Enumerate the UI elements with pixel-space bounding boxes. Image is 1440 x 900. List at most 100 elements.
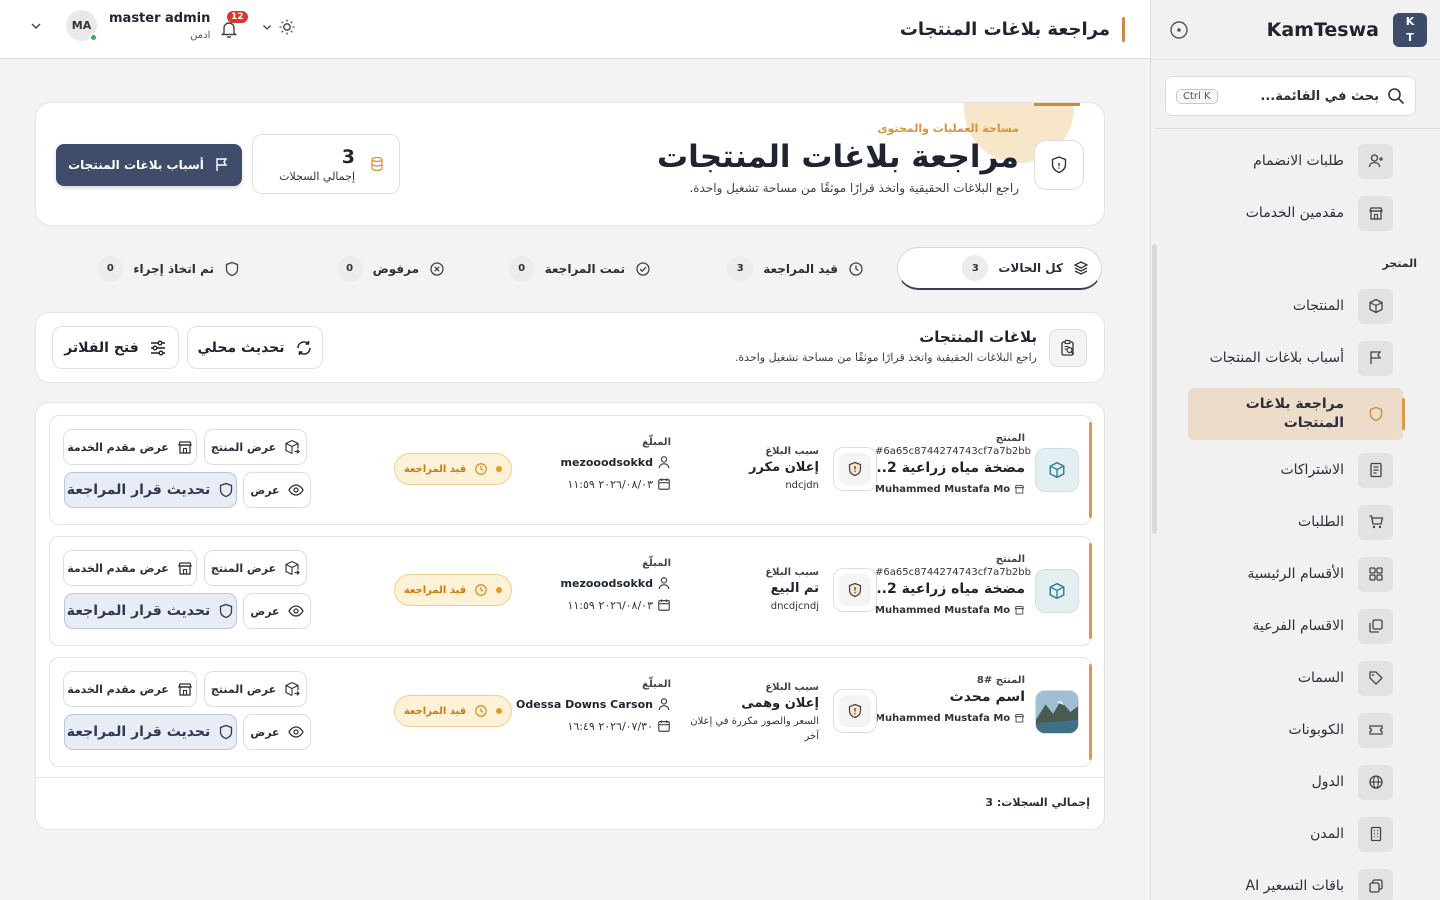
sidebar-item-label: باقات التسعير AI <box>1245 878 1345 894</box>
sidebar-item-label: المنتجات <box>1292 298 1344 314</box>
user-icon <box>658 456 670 469</box>
reason-info: سبب البلاغ إعلان مكرر ndcjdn <box>689 446 819 493</box>
vendor-name: Muhammed Mustafa Mo <box>875 604 1011 616</box>
sidebar-item-coupons[interactable]: الكوبونات <box>1152 704 1440 756</box>
sidebar-item-label: الكوبونات <box>1288 722 1344 738</box>
brand-logo[interactable]: K T <box>1393 12 1427 47</box>
sidebar-item-subscriptions[interactable]: الاشتراكات <box>1152 444 1440 496</box>
receipt-icon <box>1358 452 1393 488</box>
table-row: المنتج #8 اسم محدث Muhammed Mustafa Mo س… <box>49 657 1092 767</box>
update-review-decision-button[interactable]: تحديث قرار المراجعة <box>64 593 237 629</box>
sidebar-item-attributes[interactable]: السمات <box>1152 652 1440 704</box>
theme-toggle[interactable] <box>262 18 296 36</box>
box-icon <box>1358 288 1393 324</box>
reason-value: إعلان وهمى <box>741 696 819 711</box>
tab-reviewed[interactable]: تمت المراجعة 0 <box>508 247 651 290</box>
clock-icon <box>475 584 487 596</box>
product-thumbnail[interactable] <box>1035 690 1079 734</box>
notification-count-badge: 12 <box>227 11 248 23</box>
chevron-down-icon <box>263 25 271 30</box>
view-provider-label: عرض مقدم الخدمة <box>67 440 169 454</box>
tab-action-taken[interactable]: تم اتخاذ إجراء 0 <box>97 247 240 290</box>
box-arrow-icon <box>285 439 300 455</box>
clock-icon <box>475 705 487 717</box>
view-product-button[interactable]: عرض المنتج <box>204 550 307 586</box>
sidebar-item-cities[interactable]: المدن <box>1152 808 1440 860</box>
view-product-button[interactable]: عرض المنتج <box>204 429 307 465</box>
store-icon <box>177 441 192 454</box>
hero-title: مراجعة بلاغات المنتجات <box>657 139 1019 175</box>
view-provider-label: عرض مقدم الخدمة <box>67 561 169 575</box>
report-reasons-button[interactable]: أسباب بلاغات المنتجات <box>56 144 242 186</box>
reporter-info: المبلّغ Odessa Downs Carson ٢٠٢٦/٠٧/٣٠ ١… <box>511 679 671 733</box>
reason-value: إعلان مكرر <box>748 460 819 475</box>
sidebar-item-main-categories[interactable]: الأقسام الرئيسية <box>1152 548 1440 600</box>
view-provider-button[interactable]: عرض مقدم الخدمة <box>63 671 197 707</box>
view-button[interactable]: عرض <box>243 593 311 629</box>
sliders-icon <box>150 340 165 355</box>
reporter-name-row: mezooodsokkd <box>521 455 671 469</box>
tab-count: 0 <box>97 255 124 282</box>
status-badge: قيد المراجعة <box>394 695 512 727</box>
grid-icon <box>1358 556 1393 592</box>
view-provider-button[interactable]: عرض مقدم الخدمة <box>63 550 197 586</box>
avatar[interactable]: MA <box>66 10 98 42</box>
product-name[interactable]: مضخة مياه زراعية 2... <box>875 460 1025 476</box>
reason-icon-box <box>833 568 877 612</box>
store-icon <box>177 683 192 696</box>
sidebar-item-product-reports[interactable]: مراجعة بلاغات المنتجات <box>1188 388 1405 440</box>
eye-icon <box>287 726 304 738</box>
status-badge: قيد المراجعة <box>394 574 512 606</box>
calendar-icon <box>658 720 670 732</box>
table-row: المنتج #6a65c8744274743cf7a7b2bb مضخة مي… <box>49 415 1092 525</box>
sidebar-item-sub-categories[interactable]: الاقسام الفرعية <box>1152 600 1440 652</box>
reports-section-header: بلاغات المنتجات راجع البلاغات الحقيقية و… <box>35 312 1105 383</box>
tab-rejected[interactable]: مرفوض 0 <box>336 247 445 290</box>
view-product-button[interactable]: عرض المنتج <box>204 671 307 707</box>
sidebar-item-join-requests[interactable]: طلبات الانضمام <box>1152 135 1440 187</box>
report-date: ٢٠٢٦/٠٨/٠٣ ١١:٥٩ <box>567 477 653 491</box>
sidebar-nav: طلبات الانضمام مقدمين الخدمات المتجر الم… <box>1152 135 1440 900</box>
user-menu[interactable]: MA master admin ادمن <box>30 10 210 42</box>
sidebar-item-report-reasons[interactable]: أسباب بلاغات المنتجات <box>1152 332 1440 384</box>
product-name[interactable]: مضخة مياه زراعية 2... <box>875 581 1025 597</box>
sidebar-item-countries[interactable]: الدول <box>1152 756 1440 808</box>
sidebar-search[interactable]: بحث في القائمة... Ctrl K <box>1165 76 1416 116</box>
view-button[interactable]: عرض <box>243 714 311 750</box>
notifications-button[interactable]: 12 <box>220 11 248 40</box>
sidebar-collapse-button[interactable] <box>1167 18 1191 42</box>
product-name[interactable]: اسم محدث <box>875 689 1025 705</box>
tab-label: قيد المراجعة <box>763 261 838 276</box>
open-filters-button[interactable]: فتح الفلاتر <box>52 326 179 369</box>
store-icon <box>1014 485 1025 494</box>
sidebar-divider <box>1155 128 1440 129</box>
vendor-name: Muhammed Mustafa Mo <box>875 483 1011 495</box>
sidebar-item-orders[interactable]: الطلبات <box>1152 496 1440 548</box>
sidebar-item-providers[interactable]: مقدمين الخدمات <box>1152 187 1440 239</box>
tab-all[interactable]: كل الحالات 3 <box>897 247 1102 290</box>
reason-note: ndcjdn <box>785 480 819 491</box>
sidebar-item-ai-pricing[interactable]: باقات التسعير AI <box>1152 860 1440 900</box>
sidebar-item-label: طلبات الانضمام <box>1253 153 1344 169</box>
update-review-decision-label: تحديث قرار المراجعة <box>66 482 211 498</box>
report-date: ٢٠٢٦/٠٧/٣٠ ١٦:٤٩ <box>567 719 653 733</box>
view-button[interactable]: عرض <box>243 472 311 508</box>
chevron-down-icon <box>31 23 41 29</box>
online-status-dot <box>89 33 98 42</box>
store-icon <box>177 562 192 575</box>
tab-under-review[interactable]: قيد المراجعة 3 <box>727 247 864 290</box>
local-refresh-button[interactable]: تحديث محلي <box>187 326 323 369</box>
product-thumbnail[interactable] <box>1035 569 1079 613</box>
status-label: قيد المراجعة <box>403 584 467 596</box>
update-review-decision-button[interactable]: تحديث قرار المراجعة <box>64 472 237 508</box>
reason-note: dncdjcndj <box>770 601 819 612</box>
view-provider-button[interactable]: عرض مقدم الخدمة <box>63 429 197 465</box>
update-review-decision-button[interactable]: تحديث قرار المراجعة <box>64 714 237 750</box>
product-id: #6a65c8744274743cf7a7b2bb <box>875 446 1031 457</box>
section-text: بلاغات المنتجات راجع البلاغات الحقيقية و… <box>735 328 1037 364</box>
product-info: المنتج #6a65c8744274743cf7a7b2bb مضخة مي… <box>875 554 1031 617</box>
product-thumbnail[interactable] <box>1035 448 1079 492</box>
sidebar-item-products[interactable]: المنتجات <box>1152 280 1440 332</box>
reporter-label: المبلّغ <box>642 437 671 448</box>
tab-label: مرفوض <box>372 261 419 276</box>
